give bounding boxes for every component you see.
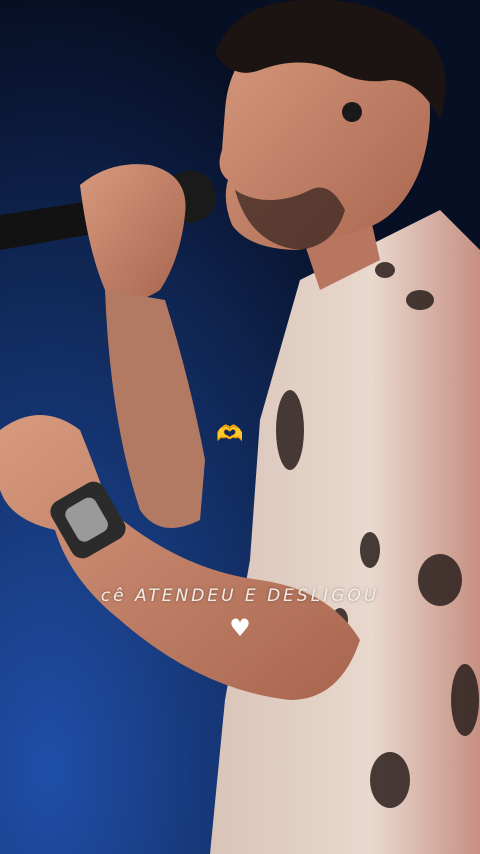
heart-icon: ♥	[229, 614, 251, 642]
heart-hands-icon: 🫶	[216, 422, 244, 447]
in-ear-monitor	[342, 102, 362, 122]
lyric-caption: cê ATENDEU E DESLIGOU	[100, 586, 380, 606]
